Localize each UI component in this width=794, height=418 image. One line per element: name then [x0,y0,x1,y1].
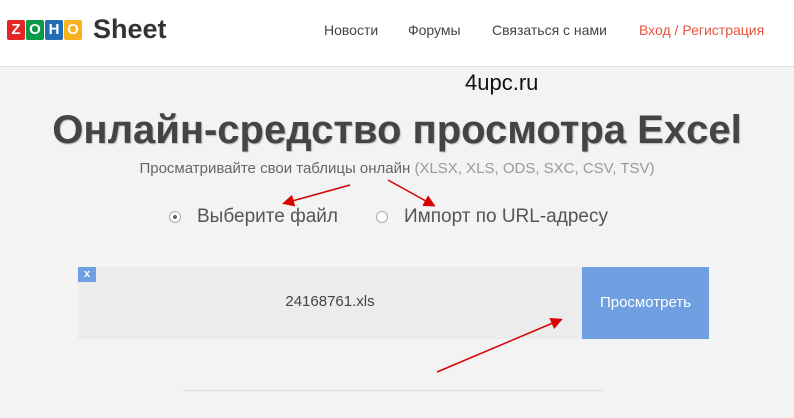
arrow [436,317,563,373]
annotation-arrows [282,179,563,373]
arrow [282,184,351,207]
arrow [387,179,436,207]
